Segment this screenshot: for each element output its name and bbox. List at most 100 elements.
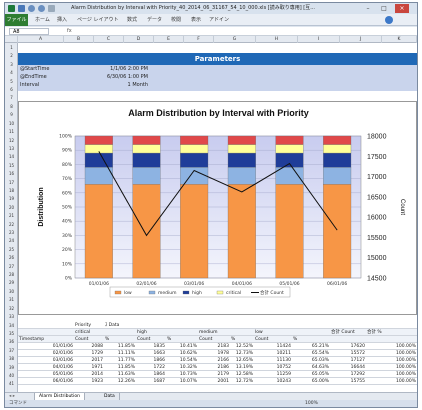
help-icon[interactable] (385, 16, 393, 24)
row-header-13[interactable]: 13 (5, 145, 17, 152)
table-cell[interactable]: 17127 (331, 357, 365, 364)
table-cell[interactable]: 65.54% (293, 350, 329, 357)
table-cell[interactable]: % (167, 336, 197, 343)
table-cell[interactable]: % (231, 336, 253, 343)
table-cell[interactable]: 01/01/06 (19, 343, 73, 350)
row-header-38[interactable]: 38 (5, 355, 17, 362)
table-cell[interactable]: 1864 (137, 371, 165, 378)
table-cell[interactable]: 合計 Count (331, 329, 365, 336)
table-row[interactable]: 05/01/06 2014 11.63% 1864 10.73% 2179 12.58% 11… (18, 371, 417, 378)
table-cell[interactable]: 100.00% (367, 350, 416, 357)
table-cell[interactable]: 2166 (199, 357, 229, 364)
tab-home[interactable]: ホーム (35, 14, 50, 26)
table-cell[interactable]: 11424 (255, 343, 291, 350)
table-cell[interactable]: 10243 (255, 378, 291, 385)
table-cell[interactable]: 17292 (331, 371, 365, 378)
table-cell[interactable]: 1835 (137, 343, 165, 350)
table-cell[interactable]: 11130 (255, 357, 291, 364)
table-cell[interactable]: Priority (75, 322, 103, 329)
table-cell[interactable]: 12.26% (105, 378, 135, 385)
row-header-34[interactable]: 34 (5, 322, 17, 329)
table-cell[interactable]: 65.03% (293, 357, 329, 364)
row-header-18[interactable]: 18 (5, 187, 17, 194)
row-header-11[interactable]: 11 (5, 128, 17, 135)
table-cell[interactable]: 64.63% (293, 364, 329, 371)
table-cell[interactable]: 05/01/06 (19, 371, 73, 378)
tab-insert[interactable]: 挿入 (57, 14, 67, 26)
table-cell[interactable] (167, 329, 197, 336)
row-header-12[interactable]: 12 (5, 137, 17, 144)
row-header-26[interactable]: 26 (5, 254, 17, 261)
table-cell[interactable]: % (105, 336, 135, 343)
row-header-37[interactable]: 37 (5, 347, 17, 354)
table-cell[interactable]: high (137, 329, 165, 336)
row-header-36[interactable]: 36 (5, 338, 17, 345)
tab-view[interactable]: 表示 (191, 14, 201, 26)
column-header-d[interactable]: D (124, 36, 154, 43)
table-cell[interactable]: 10.73% (167, 371, 197, 378)
table-cell[interactable]: 12.58% (231, 371, 253, 378)
table-cell[interactable]: ｽ Data (105, 322, 135, 329)
row-header-5[interactable]: 5 (5, 78, 17, 85)
table-cell[interactable]: 12.72% (231, 378, 253, 385)
table-cell[interactable]: 2183 (199, 343, 229, 350)
row-header-19[interactable]: 19 (5, 195, 17, 202)
table-cell[interactable] (293, 329, 329, 336)
table-header-priority-values[interactable]: critical high medium low 合計 Count 合計 % (18, 329, 417, 336)
table-cell[interactable]: 100.00% (367, 371, 416, 378)
table-cell[interactable]: 1722 (137, 364, 165, 371)
table-cell[interactable]: % (293, 336, 329, 343)
column-header-a[interactable]: A (18, 36, 64, 43)
table-cell[interactable]: 2001 (199, 378, 229, 385)
redo-icon[interactable] (38, 5, 45, 12)
fx-icon[interactable]: fx (67, 27, 72, 36)
tab-review[interactable]: 校閲 (171, 14, 181, 26)
row-header-32[interactable]: 32 (5, 305, 17, 312)
row-header-17[interactable]: 17 (5, 179, 17, 186)
table-cell[interactable]: 65.00% (293, 378, 329, 385)
table-cell[interactable]: 100.00% (367, 357, 416, 364)
column-header-i[interactable]: I (298, 36, 340, 43)
table-cell[interactable]: 2179 (199, 371, 229, 378)
table-cell[interactable]: Timestamp (19, 336, 73, 343)
table-cell[interactable]: 2014 (75, 371, 103, 378)
table-cell[interactable]: 2088 (75, 343, 103, 350)
table-cell[interactable]: 1923 (75, 378, 103, 385)
table-header-priority[interactable]: Priority ｽ Data (18, 322, 417, 329)
tab-formulas[interactable]: 数式 (127, 14, 137, 26)
table-cell[interactable] (105, 329, 135, 336)
table-cell[interactable]: Count (75, 336, 103, 343)
column-header-b[interactable]: B (64, 36, 94, 43)
table-cell[interactable]: low (255, 329, 291, 336)
row-header-10[interactable]: 10 (5, 120, 17, 127)
table-cell[interactable]: 15572 (331, 350, 365, 357)
zoom-level[interactable]: 100% (305, 400, 318, 407)
excel-app-icon[interactable] (8, 5, 15, 12)
row-header-27[interactable]: 27 (5, 263, 17, 270)
table-row[interactable]: 01/01/06 2088 11.85% 1835 10.41% 2183 12.52% 11… (18, 343, 417, 350)
column-header-k[interactable]: K (382, 36, 417, 43)
table-cell[interactable]: 11.85% (105, 343, 135, 350)
row-header-1[interactable]: 1 (5, 44, 17, 51)
chart-area[interactable]: Alarm Distribution by Interval with Prio… (18, 101, 417, 315)
table-cell[interactable]: 02/01/06 (19, 350, 73, 357)
table-cell[interactable]: 10.62% (167, 350, 197, 357)
table-cell[interactable]: 11.11% (105, 350, 135, 357)
row-header-41[interactable]: 41 (5, 380, 17, 387)
table-cell[interactable]: medium (199, 329, 229, 336)
close-button[interactable]: × (395, 4, 409, 13)
column-header-f[interactable]: F (184, 36, 214, 43)
table-cell[interactable]: 1971 (75, 364, 103, 371)
minimize-button[interactable]: – (361, 4, 375, 13)
row-header-21[interactable]: 21 (5, 212, 17, 219)
table-cell[interactable]: 04/01/06 (19, 364, 73, 371)
name-box[interactable]: A8 (9, 28, 49, 35)
table-cell[interactable]: 11.63% (105, 371, 135, 378)
table-cell[interactable] (19, 329, 73, 336)
table-cell[interactable]: Count (255, 336, 291, 343)
row-header-24[interactable]: 24 (5, 237, 17, 244)
row-header-22[interactable]: 22 (5, 221, 17, 228)
row-header-2[interactable]: 2 (5, 52, 17, 59)
row-header-31[interactable]: 31 (5, 296, 17, 303)
row-header-20[interactable]: 20 (5, 204, 17, 211)
